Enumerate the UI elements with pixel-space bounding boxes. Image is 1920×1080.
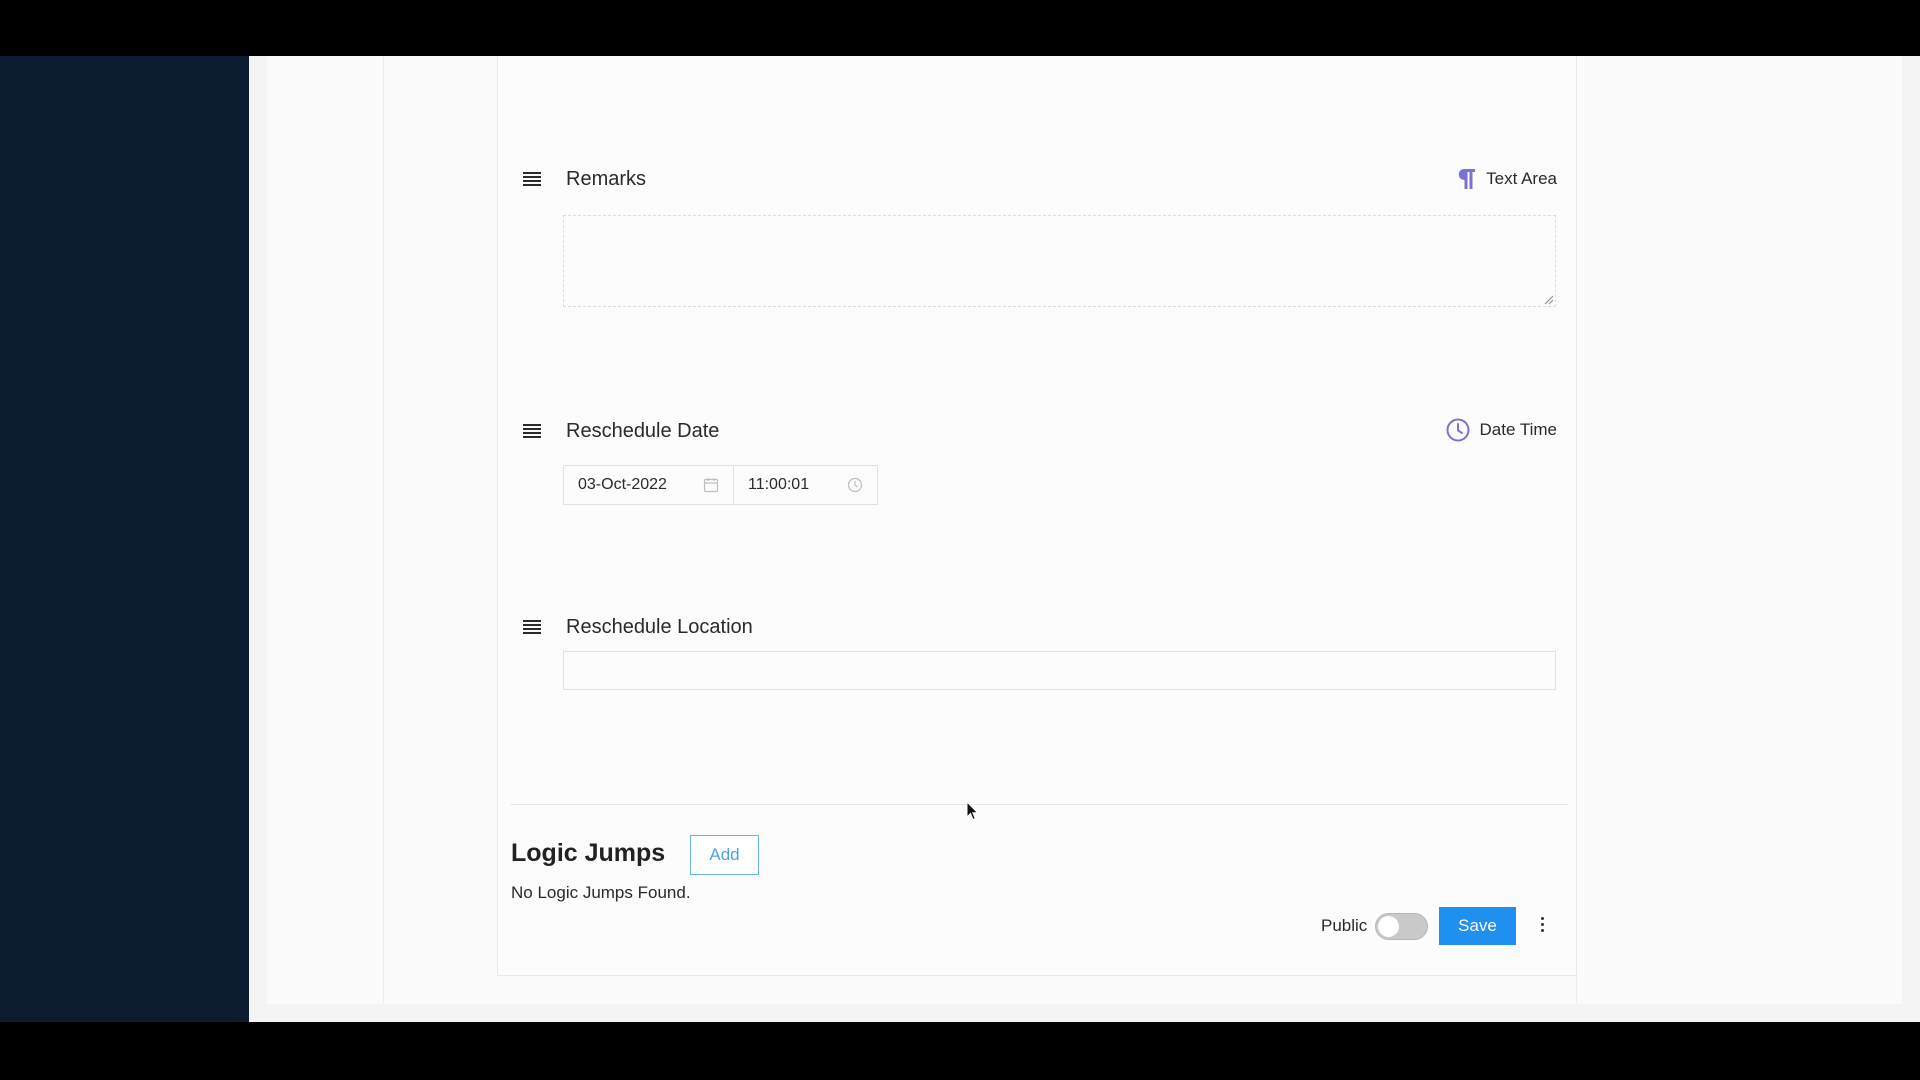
- resize-grip-icon[interactable]: [1544, 295, 1554, 305]
- clock-icon: [1446, 418, 1470, 442]
- drag-handle-icon[interactable]: [523, 424, 541, 438]
- public-toggle[interactable]: [1375, 913, 1428, 940]
- form-card: Remarks Text Area Reschedule Date Date T…: [497, 56, 1577, 976]
- paragraph-icon: [1458, 169, 1476, 189]
- section-divider: [510, 804, 1568, 805]
- field-type-label: Text Area: [1486, 169, 1557, 188]
- calendar-icon: [703, 478, 719, 493]
- field-type-label: Date Time: [1479, 420, 1557, 439]
- field-label: Reschedule Date: [566, 420, 720, 442]
- letterbox-top: [0, 0, 1920, 56]
- datetime-group: 03-Oct-2022 11:00:01: [563, 465, 878, 505]
- date-value: 03-Oct-2022: [578, 476, 667, 493]
- canvas: Remarks Text Area Reschedule Date Date T…: [267, 56, 1902, 1004]
- drag-handle-icon[interactable]: [523, 620, 541, 634]
- time-value: 11:00:01: [748, 476, 810, 493]
- add-logic-jump-button[interactable]: Add: [690, 835, 759, 875]
- toggle-knob: [1378, 916, 1399, 937]
- public-label: Public: [1321, 916, 1368, 935]
- clock-small-icon: [847, 477, 863, 493]
- field-type: Date Time: [1446, 418, 1557, 442]
- mouse-cursor-icon: [966, 801, 979, 821]
- more-options-icon[interactable]: [1536, 917, 1548, 937]
- remarks-textarea[interactable]: [563, 215, 1556, 307]
- outer-column: Remarks Text Area Reschedule Date Date T…: [383, 56, 1577, 1004]
- field-label: Remarks: [566, 168, 647, 190]
- app-content: Remarks Text Area Reschedule Date Date T…: [249, 56, 1920, 1022]
- date-picker-input[interactable]: 03-Oct-2022: [563, 465, 734, 505]
- sidebar: [0, 56, 249, 1055]
- field-type: Text Area: [1456, 168, 1557, 190]
- drag-handle-icon[interactable]: [523, 172, 541, 186]
- field-label: Reschedule Location: [566, 616, 753, 638]
- save-button[interactable]: Save: [1439, 907, 1516, 945]
- logic-jumps-title: Logic Jumps: [511, 839, 666, 867]
- letterbox-bottom: [0, 1022, 1920, 1080]
- time-picker-input[interactable]: 11:00:01: [734, 465, 878, 505]
- location-input[interactable]: [563, 651, 1556, 690]
- logic-jumps-empty-text: No Logic Jumps Found.: [511, 883, 691, 902]
